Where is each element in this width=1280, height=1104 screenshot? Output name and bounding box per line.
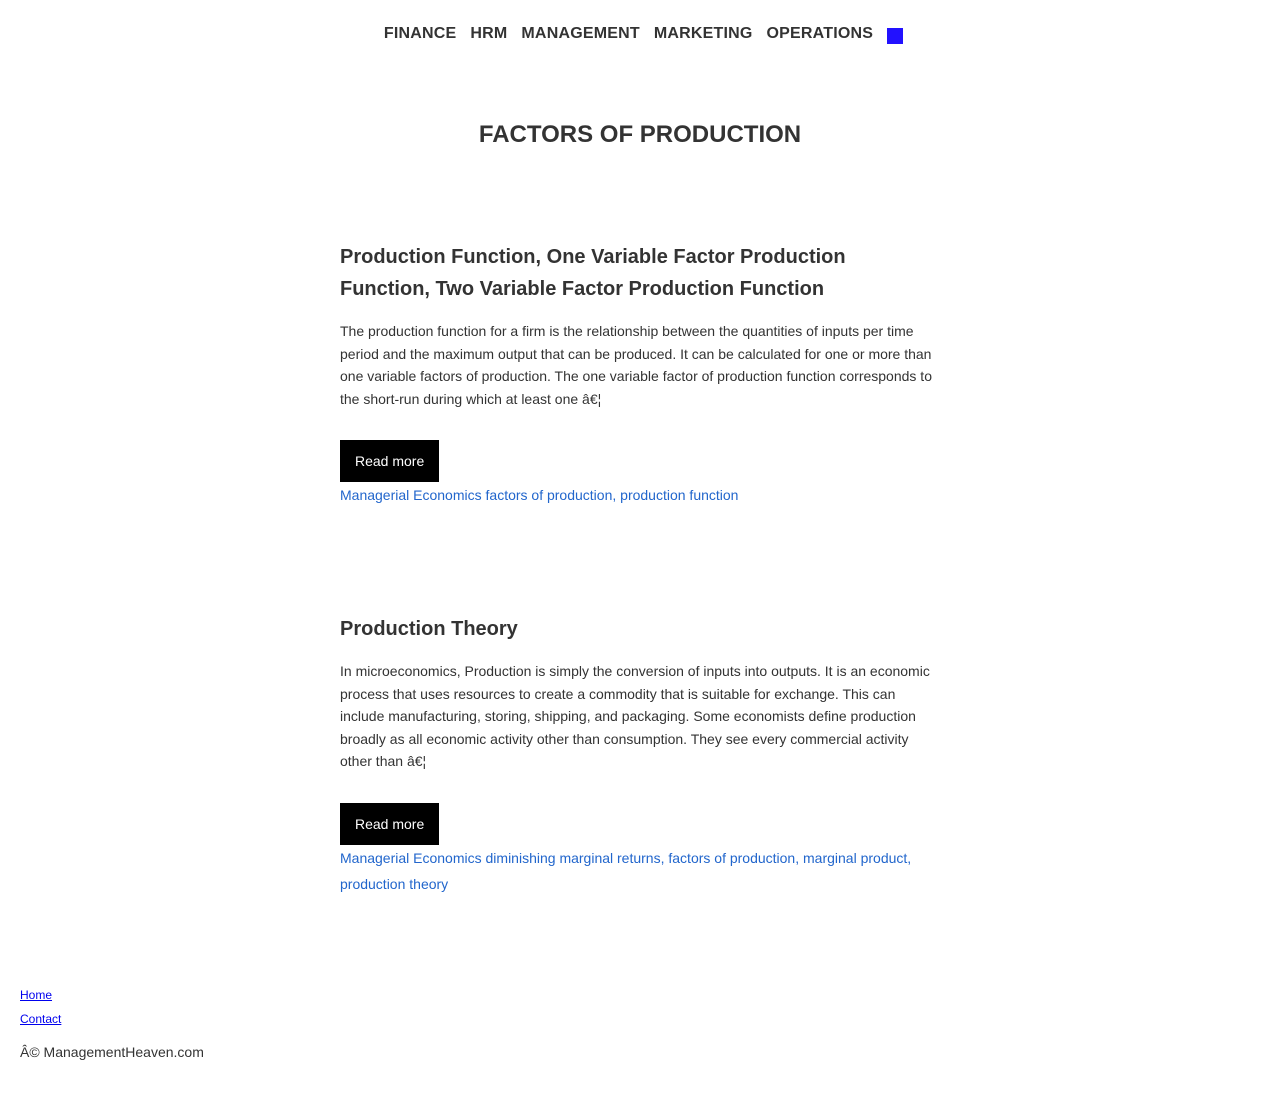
tag-link[interactable]: marginal product xyxy=(803,850,907,866)
nav-item-marketing[interactable]: MARKETING xyxy=(654,25,753,43)
post-meta: Managerial Economics diminishing margina… xyxy=(340,849,912,892)
site-footer: Home Contact Â© ManagementHeaven.com xyxy=(20,983,204,1061)
tag-link[interactable]: production theory xyxy=(340,876,448,892)
page-title: FACTORS OF PRODUCTION xyxy=(478,121,802,148)
nav-item-operations[interactable]: OPERATIONS xyxy=(767,25,874,43)
copyright-text: Â© ManagementHeaven.com xyxy=(20,1044,204,1060)
post-excerpt: The production function for a firm is th… xyxy=(340,323,932,407)
post-card: Production Function, One Variable Factor… xyxy=(340,241,940,508)
footer-link-contact[interactable]: Contact xyxy=(20,1007,204,1031)
tag-link[interactable]: factors of production xyxy=(486,487,613,503)
tag-link[interactable]: production function xyxy=(620,487,738,503)
category-link[interactable]: Managerial Economics xyxy=(340,850,482,866)
read-more-button[interactable]: Read more xyxy=(340,440,440,482)
tag-link[interactable]: diminishing marginal returns xyxy=(486,850,661,866)
top-navigation: FINANCE HRM MANAGEMENT MARKETING OPERATI… xyxy=(0,22,1280,46)
category-link[interactable]: Managerial Economics xyxy=(340,487,482,503)
post-title[interactable]: Production Theory xyxy=(340,613,940,645)
post-meta: Managerial Economics factors of producti… xyxy=(340,487,739,503)
tag-link[interactable]: factors of production xyxy=(668,850,795,866)
post-title[interactable]: Production Function, One Variable Factor… xyxy=(340,241,940,305)
nav-item-management[interactable]: MANAGEMENT xyxy=(521,25,639,43)
menu-square-icon[interactable] xyxy=(887,28,904,44)
nav-item-hrm[interactable]: HRM xyxy=(470,25,507,43)
post-excerpt: In microeconomics, Production is simply … xyxy=(340,663,930,769)
post-card: Production Theory In microeconomics, Pro… xyxy=(340,613,940,897)
read-more-button[interactable]: Read more xyxy=(340,802,440,845)
nav-item-finance[interactable]: FINANCE xyxy=(384,25,457,43)
footer-link-home[interactable]: Home xyxy=(20,983,204,1007)
